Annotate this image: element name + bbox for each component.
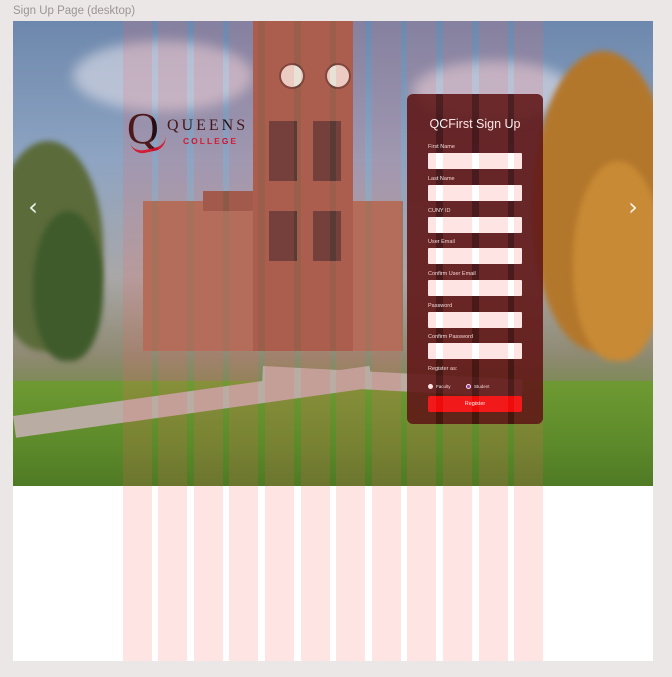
- queens-college-logo: Q QUEENS COLLEGE: [127, 107, 257, 156]
- signup-card: QCFirst Sign Up First Name Last Name CUN…: [407, 94, 543, 424]
- chevron-left-icon: ‹: [28, 193, 38, 221]
- register-as-label: Register as:: [428, 366, 458, 372]
- hero-carousel: ‹ › Q QUEENS COLLEGE QCFirst Sign Up Fir…: [13, 21, 653, 486]
- confirm-password-input[interactable]: [428, 343, 522, 359]
- confirm-password-label: Confirm Password: [428, 334, 473, 340]
- faculty-radio-label: Faculty: [436, 384, 451, 389]
- confirm-email-input[interactable]: [428, 280, 522, 296]
- tree: [573, 161, 653, 361]
- signup-page-frame: ‹ › Q QUEENS COLLEGE QCFirst Sign Up Fir…: [13, 21, 653, 661]
- cuny-id-label: CUNY ID: [428, 208, 451, 214]
- carousel-prev-arrow[interactable]: ‹: [21, 195, 45, 219]
- logo-queens-text: QUEENS: [167, 117, 249, 134]
- tower-window: [313, 121, 341, 181]
- tower-window: [313, 211, 341, 261]
- faculty-radio[interactable]: [428, 384, 433, 389]
- tree: [33, 211, 103, 361]
- user-email-label: User Email: [428, 239, 455, 245]
- password-input[interactable]: [428, 312, 522, 328]
- chevron-right-icon: ›: [628, 193, 638, 221]
- lawn: [13, 381, 653, 486]
- user-email-input[interactable]: [428, 248, 522, 264]
- first-name-label: First Name: [428, 144, 455, 150]
- carousel-next-arrow[interactable]: ›: [621, 195, 645, 219]
- cuny-id-input[interactable]: [428, 217, 522, 233]
- cloud: [73, 41, 253, 111]
- last-name-input[interactable]: [428, 185, 522, 201]
- student-radio[interactable]: [466, 384, 471, 389]
- first-name-input[interactable]: [428, 153, 522, 169]
- logo-college-text: COLLEGE: [183, 136, 239, 146]
- tower-window: [269, 121, 297, 181]
- clock-face: [279, 63, 305, 89]
- frame-label: Sign Up Page (desktop): [13, 5, 136, 17]
- clock-face: [325, 63, 351, 89]
- register-button[interactable]: Register: [428, 396, 522, 412]
- password-label: Password: [428, 303, 453, 309]
- student-radio-label: Student: [474, 384, 490, 389]
- confirm-email-label: Confirm User Email: [428, 271, 476, 277]
- last-name-label: Last Name: [428, 176, 455, 182]
- tower-window: [269, 211, 297, 261]
- signup-title: QCFirst Sign Up: [429, 117, 521, 131]
